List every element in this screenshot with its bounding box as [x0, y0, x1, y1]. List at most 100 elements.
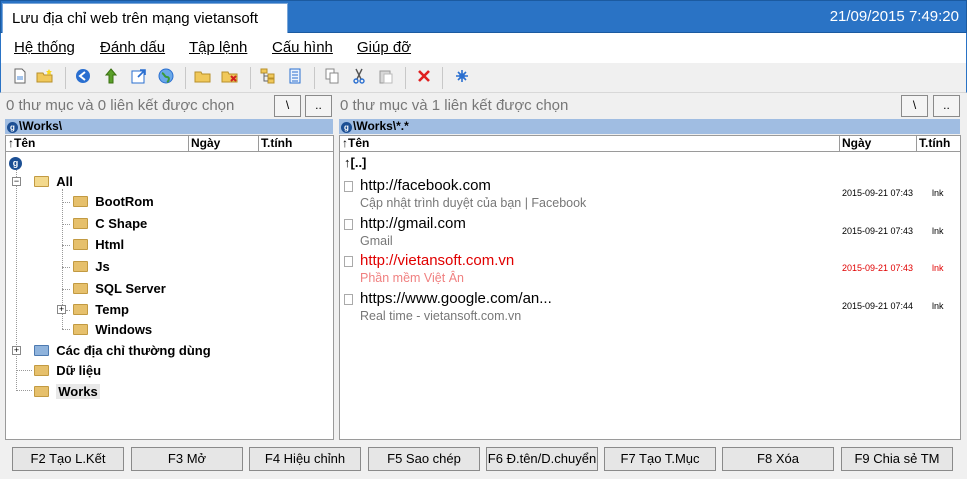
drive-icon: g	[7, 122, 18, 133]
expand-temp-toggle[interactable]: +	[57, 305, 66, 314]
right-up-button[interactable]: ..	[933, 95, 960, 117]
f9-share-folder-button[interactable]: F9 Chia sẻ TM	[841, 447, 953, 471]
right-path-bar: g \Works\*.*	[339, 119, 960, 134]
root-icon[interactable]: g	[9, 157, 22, 170]
new-folder-icon[interactable]	[35, 68, 55, 88]
link-file-icon	[344, 294, 353, 305]
copy-icon[interactable]	[322, 68, 342, 88]
left-up-button[interactable]: ..	[305, 95, 332, 117]
folder-tree-panel[interactable]: ↑Tên Ngày T.tính g − All BootRom C Shape…	[5, 135, 334, 440]
menu-commands[interactable]: Tập lệnh	[189, 39, 247, 56]
toolbar-separator	[314, 67, 315, 89]
link-description: Cập nhật trình duyệt của bạn | Facebook	[360, 196, 587, 210]
menu-config[interactable]: Cấu hình	[272, 39, 333, 56]
folder-icon	[34, 365, 49, 376]
tree-line	[16, 390, 32, 391]
folder-open-icon	[34, 176, 49, 187]
right-path: \Works\*.*	[353, 119, 409, 133]
tree-node-data[interactable]: Dữ liệu	[34, 363, 101, 378]
list-item-selected[interactable]: http://vietansoft.com.vn Phần mềm Việt Â…	[344, 252, 958, 290]
paste-icon[interactable]	[376, 68, 396, 88]
toolbar-separator	[250, 67, 251, 89]
column-attr[interactable]: T.tính	[259, 136, 333, 152]
column-name[interactable]: ↑Tên	[340, 136, 840, 152]
toolbar	[0, 63, 967, 93]
tree-line	[66, 310, 70, 311]
f5-copy-button[interactable]: F5 Sao chép	[368, 447, 480, 471]
tree-node-js[interactable]: Js	[73, 259, 110, 274]
toolbar-separator	[185, 67, 186, 89]
tree-node-works[interactable]: Works	[34, 384, 100, 399]
tree-node-frequent[interactable]: Các địa chỉ thường dùng	[34, 343, 211, 358]
folder-icon	[34, 386, 49, 397]
menu-help[interactable]: Giúp đỡ	[357, 39, 411, 56]
tree-label: Windows	[95, 322, 153, 337]
up-icon[interactable]	[101, 68, 121, 88]
f6-rename-move-button[interactable]: F6 Đ.tên/D.chuyển	[486, 447, 598, 471]
tree-label: Html	[95, 237, 125, 252]
link-file-icon	[344, 181, 353, 192]
toolbar-separator	[65, 67, 66, 89]
tree-node-c-shape[interactable]: C Shape	[73, 216, 147, 231]
tree-node-all[interactable]: All	[34, 174, 73, 189]
column-date[interactable]: Ngày	[189, 136, 259, 152]
delete-icon[interactable]	[414, 68, 434, 88]
collapse-all-toggle[interactable]: −	[12, 177, 21, 186]
tree-node-windows[interactable]: Windows	[73, 322, 152, 337]
folder-open-icon[interactable]	[193, 68, 213, 88]
left-path: \Works\	[19, 119, 63, 133]
link-date: 2015-09-21 07:43	[842, 263, 914, 273]
new-page-icon[interactable]	[10, 68, 30, 88]
tree-node-sql-server[interactable]: SQL Server	[73, 281, 166, 296]
folder-icon	[73, 324, 88, 335]
list-icon[interactable]	[285, 68, 305, 88]
column-attr[interactable]: T.tính	[917, 136, 960, 152]
folder-delete-icon[interactable]	[220, 68, 240, 88]
tree-icon[interactable]	[258, 68, 278, 88]
list-item[interactable]: https://www.google.com/an... Real time -…	[344, 290, 958, 328]
left-root-button[interactable]: \	[274, 95, 301, 117]
left-selection-status: 0 thư mục và 0 liên kết được chọn	[6, 94, 266, 118]
tree-node-html[interactable]: Html	[73, 237, 124, 252]
link-attr: lnk	[932, 301, 944, 311]
list-item[interactable]: http://facebook.com Cập nhật trình duyệt…	[344, 177, 958, 215]
window-title: Lưu địa chỉ web trên mạng vietansoft	[2, 3, 288, 34]
f3-open-button[interactable]: F3 Mở	[131, 447, 243, 471]
right-root-button[interactable]: \	[901, 95, 928, 117]
tree-line	[16, 165, 17, 389]
globe-icon[interactable]	[156, 68, 176, 88]
link-url: http://vietansoft.com.vn	[360, 252, 515, 269]
back-icon[interactable]	[73, 68, 93, 88]
title-bar: Lưu địa chỉ web trên mạng vietansoft 21/…	[0, 0, 967, 34]
folder-icon	[73, 196, 88, 207]
tree-label: Dữ liệu	[56, 363, 102, 378]
link-list-panel[interactable]: ↑Tên Ngày T.tính ↑[..] http://facebook.c…	[339, 135, 961, 440]
drive-icon: g	[341, 122, 352, 133]
tree-node-temp[interactable]: Temp	[73, 302, 129, 317]
link-file-icon	[344, 256, 353, 267]
expand-frequent-toggle[interactable]: +	[12, 346, 21, 355]
tree-node-bootrom[interactable]: BootRom	[73, 194, 154, 209]
settings-icon[interactable]	[452, 68, 472, 88]
link-attr: lnk	[932, 263, 944, 273]
parent-directory-entry[interactable]: ↑[..]	[344, 155, 366, 170]
tree-line	[62, 289, 70, 290]
list-item[interactable]: http://gmail.com Gmail 2015-09-21 07:43 …	[344, 215, 958, 253]
f8-delete-button[interactable]: F8 Xóa	[722, 447, 834, 471]
menu-bookmark[interactable]: Đánh dấu	[100, 39, 165, 56]
f2-create-link-button[interactable]: F2 Tạo L.Kết	[12, 447, 124, 471]
f4-edit-button[interactable]: F4 Hiệu chỉnh	[249, 447, 361, 471]
tree-label: BootRom	[95, 194, 154, 209]
cut-icon[interactable]	[349, 68, 369, 88]
column-name[interactable]: ↑Tên	[6, 136, 189, 152]
menu-bar: Hệ thống Đánh dấu Tập lệnh Cấu hình Giúp…	[0, 33, 967, 63]
f7-create-folder-button[interactable]: F7 Tạo T.Mục	[604, 447, 716, 471]
folder-icon	[73, 283, 88, 294]
link-description: Gmail	[360, 234, 393, 248]
tree-line	[62, 202, 70, 203]
column-date[interactable]: Ngày	[840, 136, 917, 152]
open-external-icon[interactable]	[129, 68, 149, 88]
menu-system[interactable]: Hệ thống	[14, 39, 75, 56]
link-description: Phần mềm Việt Ân	[360, 271, 464, 285]
tree-line	[62, 245, 70, 246]
